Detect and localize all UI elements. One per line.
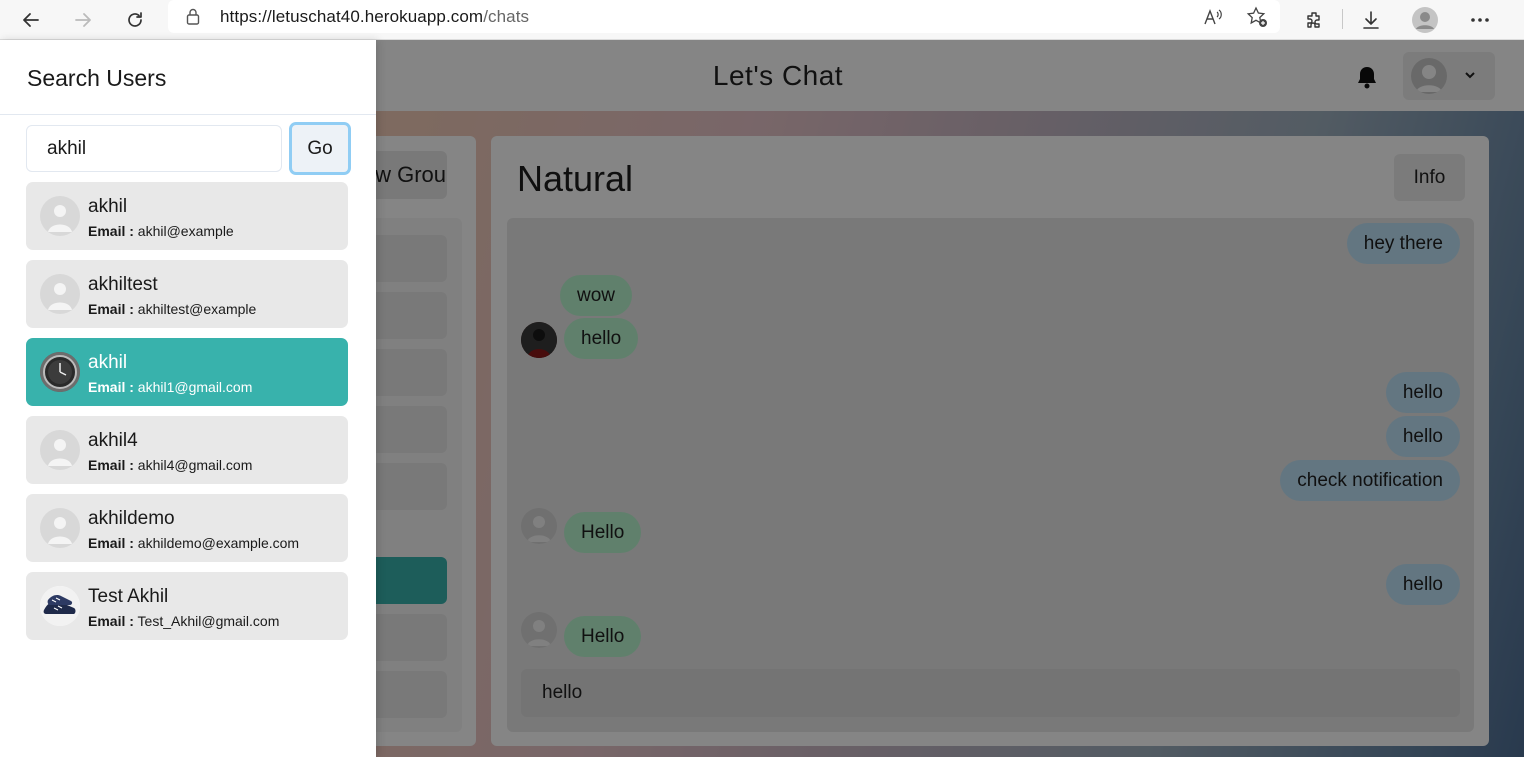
user-result-item[interactable]: Test Akhil Email : Test_Akhil@gmail.com — [26, 572, 348, 640]
default-avatar-icon — [40, 430, 80, 470]
user-name: akhil — [88, 352, 128, 373]
user-email: Email : akhildemo@example.com — [88, 535, 300, 551]
user-name: akhil — [88, 196, 128, 217]
default-avatar-icon — [40, 508, 80, 548]
user-result-item[interactable]: akhil4 Email : akhil4@gmail.com — [26, 416, 348, 484]
back-icon[interactable] — [15, 4, 47, 36]
drawer-divider — [0, 114, 376, 115]
forward-icon[interactable] — [67, 4, 99, 36]
user-email: Email : Test_Akhil@gmail.com — [88, 613, 280, 629]
user-name: Test Akhil — [88, 586, 169, 607]
user-result-item[interactable]: akhiltest Email : akhiltest@example — [26, 260, 348, 328]
user-email: Email : akhil1@gmail.com — [88, 379, 253, 395]
watch-photo-avatar — [40, 352, 80, 392]
read-aloud-icon[interactable] — [1200, 4, 1226, 30]
drawer-title: Search Users — [27, 65, 167, 91]
refresh-icon[interactable] — [119, 4, 151, 36]
lock-icon — [186, 8, 200, 30]
extensions-icon[interactable] — [1298, 4, 1330, 36]
user-result-item[interactable]: akhil Email : akhil@example — [26, 182, 348, 250]
url-text: https://letuschat40.herokuapp.com/chats — [220, 7, 530, 26]
address-bar[interactable]: https://letuschat40.herokuapp.com/chats — [168, 0, 1280, 33]
browser-toolbar: https://letuschat40.herokuapp.com/chats — [0, 0, 1524, 40]
user-name: akhil4 — [88, 430, 138, 451]
user-email: Email : akhil4@gmail.com — [88, 457, 253, 473]
downloads-icon[interactable] — [1355, 4, 1387, 36]
search-input[interactable] — [26, 125, 282, 172]
user-result-item[interactable]: akhildemo Email : akhildemo@example.com — [26, 494, 348, 562]
shoe-photo-avatar — [40, 586, 80, 626]
user-email: Email : akhiltest@example — [88, 301, 257, 317]
more-options-icon[interactable] — [1464, 4, 1496, 36]
search-users-drawer: Search Users Go akhil Email : akhil@exam… — [0, 40, 376, 757]
user-name: akhildemo — [88, 508, 175, 529]
default-avatar-icon — [40, 196, 80, 236]
toolbar-separator — [1342, 9, 1343, 29]
favorites-add-icon[interactable] — [1244, 4, 1270, 30]
user-name: akhiltest — [88, 274, 158, 295]
go-button[interactable]: Go — [289, 122, 351, 175]
browser-profile-icon[interactable] — [1409, 4, 1441, 36]
user-email: Email : akhil@example — [88, 223, 234, 239]
default-avatar-icon — [40, 274, 80, 314]
user-result-item-selected[interactable]: akhil Email : akhil1@gmail.com — [26, 338, 348, 406]
